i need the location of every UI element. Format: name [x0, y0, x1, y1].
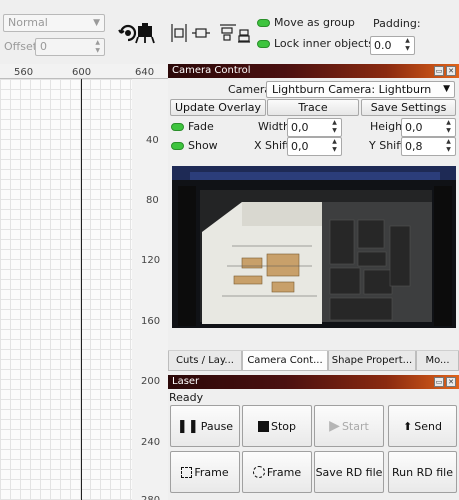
frame-label: Frame [194, 465, 229, 479]
yshift-label: Y Shift [369, 139, 405, 152]
ruler-top-label: 640 [135, 67, 155, 78]
lock-inner-objects-toggle[interactable]: Lock inner objects [257, 37, 374, 50]
panel-title: Laser [172, 376, 200, 387]
ruler-left-label: 80 [146, 195, 159, 206]
toggle-on-icon [171, 142, 184, 150]
workspace-border [81, 79, 82, 500]
play-icon: ▶ [329, 418, 340, 434]
toggle-on-icon [257, 40, 270, 48]
xshift-input[interactable]: 0,0 ▲ ▼ [287, 137, 342, 156]
tab-camera-control[interactable]: Camera Cont... [242, 351, 328, 371]
stop-label: Stop [270, 419, 296, 433]
tab-more[interactable]: Mo... [416, 351, 459, 371]
start-label: Start [341, 419, 369, 433]
design-canvas[interactable] [0, 79, 132, 500]
mode-combo[interactable]: Normal ▼ [3, 14, 105, 32]
send-button[interactable]: ⬆ Send [388, 405, 457, 447]
width-label: Width [258, 120, 290, 133]
frame-circle-button[interactable]: Frame [242, 451, 312, 493]
spin-arrows-icon: ▲ ▼ [332, 119, 337, 134]
mode-combo-value: Normal [8, 16, 48, 29]
toggle-on-icon [171, 123, 184, 131]
tab-cuts-layers[interactable]: Cuts / Lay... [168, 351, 242, 371]
ruler-left-label: 40 [146, 135, 159, 146]
ruler-left: 40 80 120 160 200 240 280 [132, 79, 168, 500]
xshift-value: 0,0 [291, 140, 309, 153]
close-icon[interactable]: ✕ [446, 377, 456, 387]
ruler-left-label: 240 [141, 437, 161, 448]
chevron-down-icon: ▼ [93, 18, 100, 28]
send-label: Send [414, 419, 442, 433]
trace-button[interactable]: Trace [267, 99, 359, 116]
frame-rect-button[interactable]: Frame [170, 451, 240, 493]
close-icon[interactable]: ✕ [446, 66, 456, 76]
yshift-input[interactable]: 0,8 ▲ ▼ [401, 137, 456, 156]
toolbar: Normal ▼ Offset 0 ▲ ▼ Move as group Lock … [0, 0, 459, 64]
pause-button[interactable]: ❚❚ Pause [170, 405, 240, 447]
frame-circle-icon [252, 466, 265, 478]
save-rd-file-button[interactable]: Save RD file [314, 451, 384, 493]
move-as-group-label: Move as group [274, 16, 355, 29]
ruler-left-label: 280 [141, 495, 160, 500]
float-icon[interactable]: ▭ [434, 66, 444, 76]
run-rd-file-button[interactable]: Run RD file [388, 451, 457, 493]
spin-arrows-icon: ▲ ▼ [405, 37, 410, 52]
height-value: 0,0 [405, 121, 423, 134]
height-input[interactable]: 0,0 ▲ ▼ [401, 118, 456, 137]
camera-capture-icon[interactable] [118, 22, 158, 44]
fade-toggle[interactable]: Fade [171, 120, 214, 133]
toggle-on-icon [257, 19, 270, 27]
pause-icon: ❚❚ [176, 418, 199, 434]
stop-icon [257, 420, 269, 432]
chevron-down-icon: ▼ [443, 84, 450, 94]
offset-label: Offset [4, 40, 38, 53]
start-button[interactable]: ▶ Start [314, 405, 384, 447]
stop-button[interactable]: Stop [242, 405, 312, 447]
spin-arrows-icon: ▲ ▼ [446, 138, 451, 153]
frame-label: Frame [266, 465, 302, 479]
camera-panel-titlebar[interactable]: Camera Control ▭ ✕ [168, 64, 459, 78]
laser-panel: Ready ❚❚ Pause Stop ▶ Start ⬆ Send Frame Fr… [168, 389, 459, 500]
width-input[interactable]: 0,0 ▲ ▼ [287, 118, 342, 137]
ruler-left-label: 120 [141, 255, 161, 266]
ruler-top: 560 600 640 [0, 64, 168, 79]
padding-value: 0.0 [374, 39, 392, 52]
align-icons[interactable] [170, 22, 252, 44]
spin-arrows-icon: ▲ ▼ [95, 39, 100, 54]
show-toggle[interactable]: Show [171, 139, 218, 152]
frame-rect-icon [181, 466, 193, 478]
move-as-group-toggle[interactable]: Move as group [257, 16, 355, 29]
update-overlay-button[interactable]: Update Overlay [170, 99, 266, 116]
offset-value: 0 [40, 40, 47, 53]
upload-icon: ⬆ [403, 419, 413, 433]
lock-inner-objects-label: Lock inner objects [274, 37, 374, 50]
pause-label: Pause [200, 419, 234, 433]
ruler-left-label: 160 [141, 316, 161, 327]
padding-label: Padding: [373, 17, 421, 30]
save-settings-button[interactable]: Save Settings [361, 99, 456, 116]
tab-shape-properties[interactable]: Shape Propert... [328, 351, 416, 371]
laser-status: Ready [169, 391, 204, 404]
spin-arrows-icon: ▲ ▼ [446, 119, 451, 134]
spin-arrows-icon: ▲ ▼ [332, 138, 337, 153]
yshift-value: 0,8 [405, 140, 423, 153]
camera-select[interactable]: Lightburn Camera: Lightburn Cam ▼ [266, 81, 455, 111]
laser-panel-titlebar[interactable]: Laser ▭ ✕ [168, 375, 459, 389]
ruler-top-label: 600 [72, 67, 92, 78]
ruler-top-label: 560 [14, 67, 34, 78]
panel-title: Camera Control [172, 65, 251, 76]
show-label: Show [188, 139, 218, 152]
xshift-label: X Shift [254, 139, 291, 152]
width-value: 0,0 [291, 121, 309, 134]
camera-feed-image [172, 166, 456, 328]
padding-input[interactable]: 0.0 ▲ ▼ [370, 36, 415, 55]
offset-input[interactable]: 0 ▲ ▼ [35, 38, 105, 56]
float-icon[interactable]: ▭ [434, 377, 444, 387]
dock-tabs: Cuts / Lay... Camera Cont... Shape Prope… [168, 350, 459, 371]
ruler-left-label: 200 [141, 376, 161, 387]
fade-label: Fade [188, 120, 214, 133]
